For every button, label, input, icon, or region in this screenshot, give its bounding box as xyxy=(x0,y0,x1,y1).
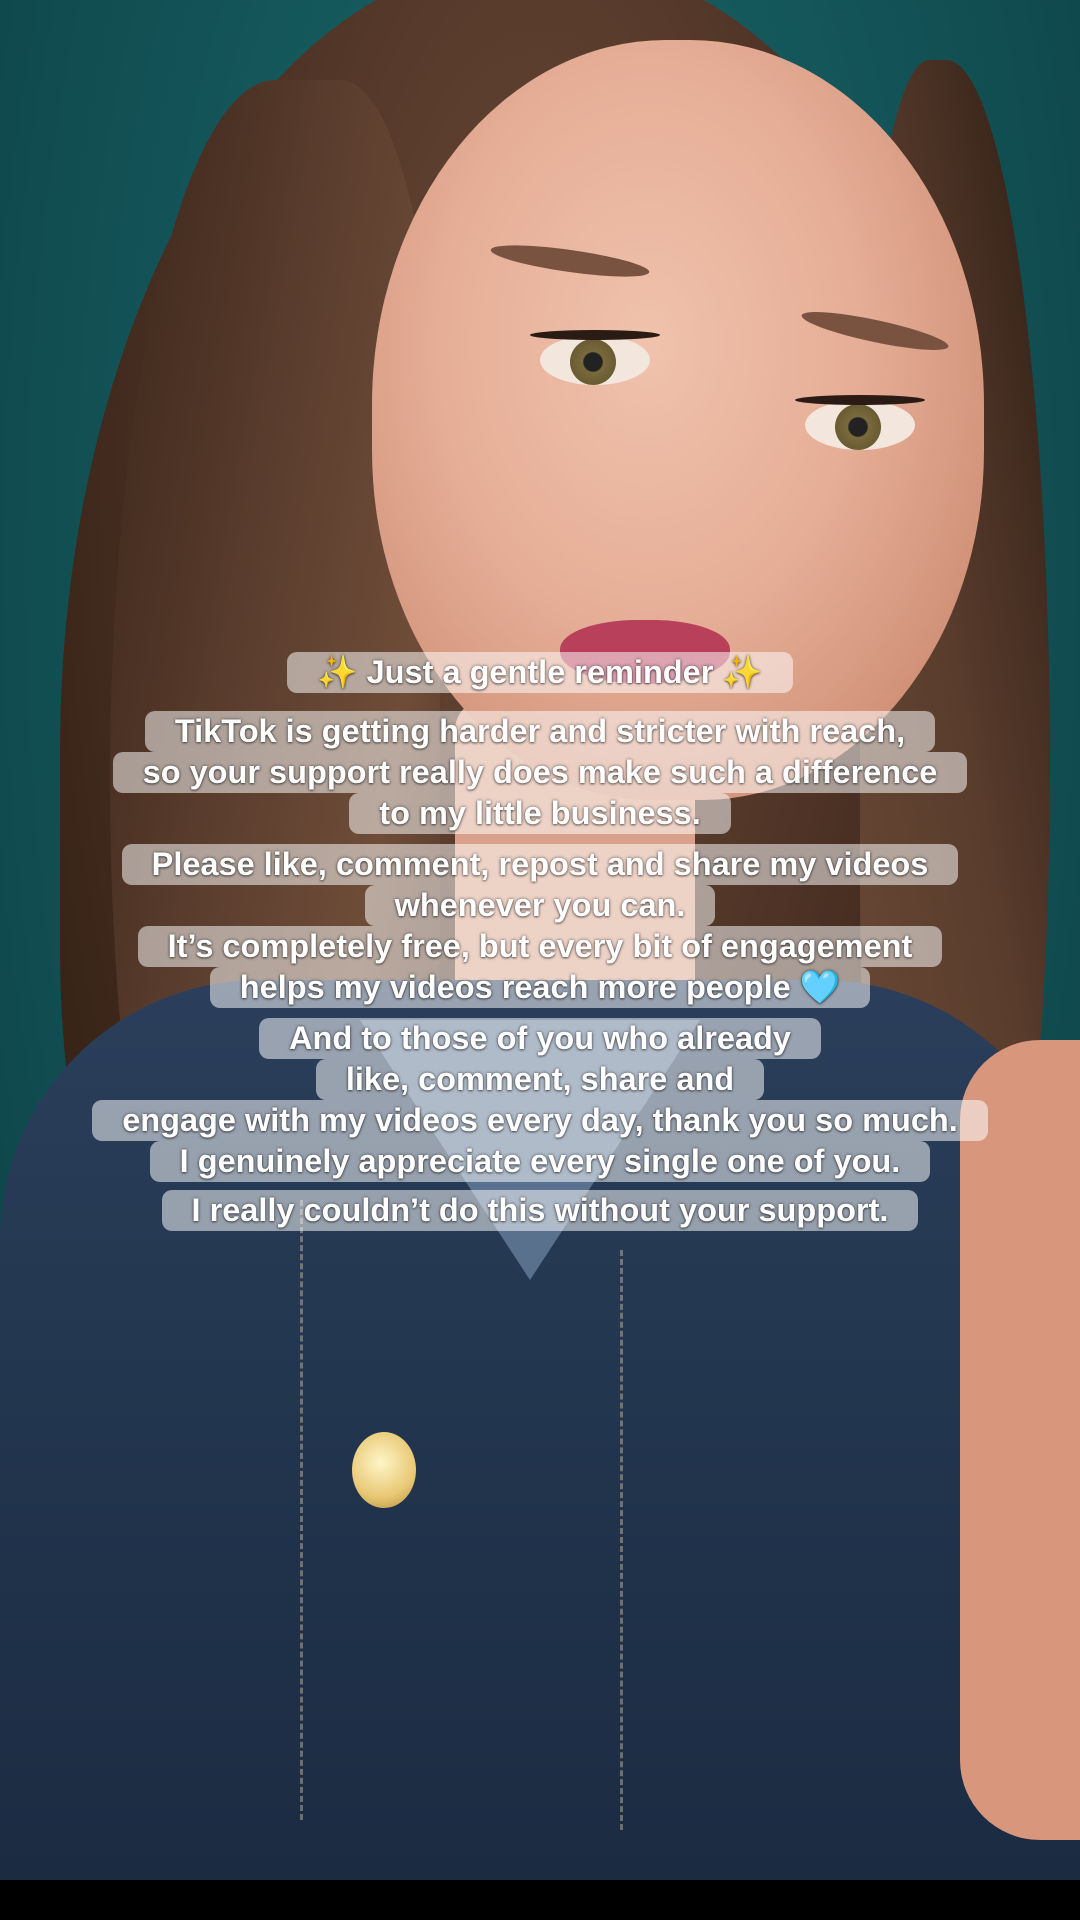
caption-block: ✨ Just a gentle reminder ✨ xyxy=(287,652,793,693)
caption-block: Please like, comment, repost and share m… xyxy=(121,844,959,1008)
caption-line: Please like, comment, repost and share m… xyxy=(121,844,959,885)
video-frame[interactable]: ✨ Just a gentle reminder ✨ TikTok is gett… xyxy=(0,0,1080,1880)
caption-block: I really couldn’t do this without your s… xyxy=(161,1190,919,1231)
caption-line: to my little business. xyxy=(349,793,731,834)
right-lashes xyxy=(795,395,925,405)
right-eye xyxy=(805,400,915,450)
caption-line: like, comment, share and xyxy=(315,1059,765,1100)
caption-block: TikTok is getting harder and stricter wi… xyxy=(112,711,968,834)
caption-line: helps my videos reach more people 🩵 xyxy=(209,967,871,1008)
caption-line: It’s completely free, but every bit of e… xyxy=(137,926,943,967)
caption-block: And to those of you who already like, com… xyxy=(92,1018,988,1182)
caption-line: And to those of you who already xyxy=(259,1018,821,1059)
shirt-button xyxy=(352,1432,416,1508)
shirt-stitch xyxy=(300,1200,303,1820)
bottom-bar xyxy=(0,1880,1080,1920)
caption-line: engage with my videos every day, thank y… xyxy=(92,1100,988,1141)
caption-line: I genuinely appreciate every single one … xyxy=(149,1141,931,1182)
caption-line: I really couldn’t do this without your s… xyxy=(161,1190,919,1231)
left-lashes xyxy=(530,330,660,340)
caption-line: so your support really does make such a … xyxy=(112,752,968,793)
caption-line: TikTok is getting harder and stricter wi… xyxy=(144,711,936,752)
caption-line: ✨ Just a gentle reminder ✨ xyxy=(287,652,793,693)
left-eye xyxy=(540,335,650,385)
shirt-stitch xyxy=(620,1250,623,1830)
caption-overlay: ✨ Just a gentle reminder ✨ TikTok is gett… xyxy=(0,652,1080,1231)
caption-line: whenever you can. xyxy=(364,885,716,926)
